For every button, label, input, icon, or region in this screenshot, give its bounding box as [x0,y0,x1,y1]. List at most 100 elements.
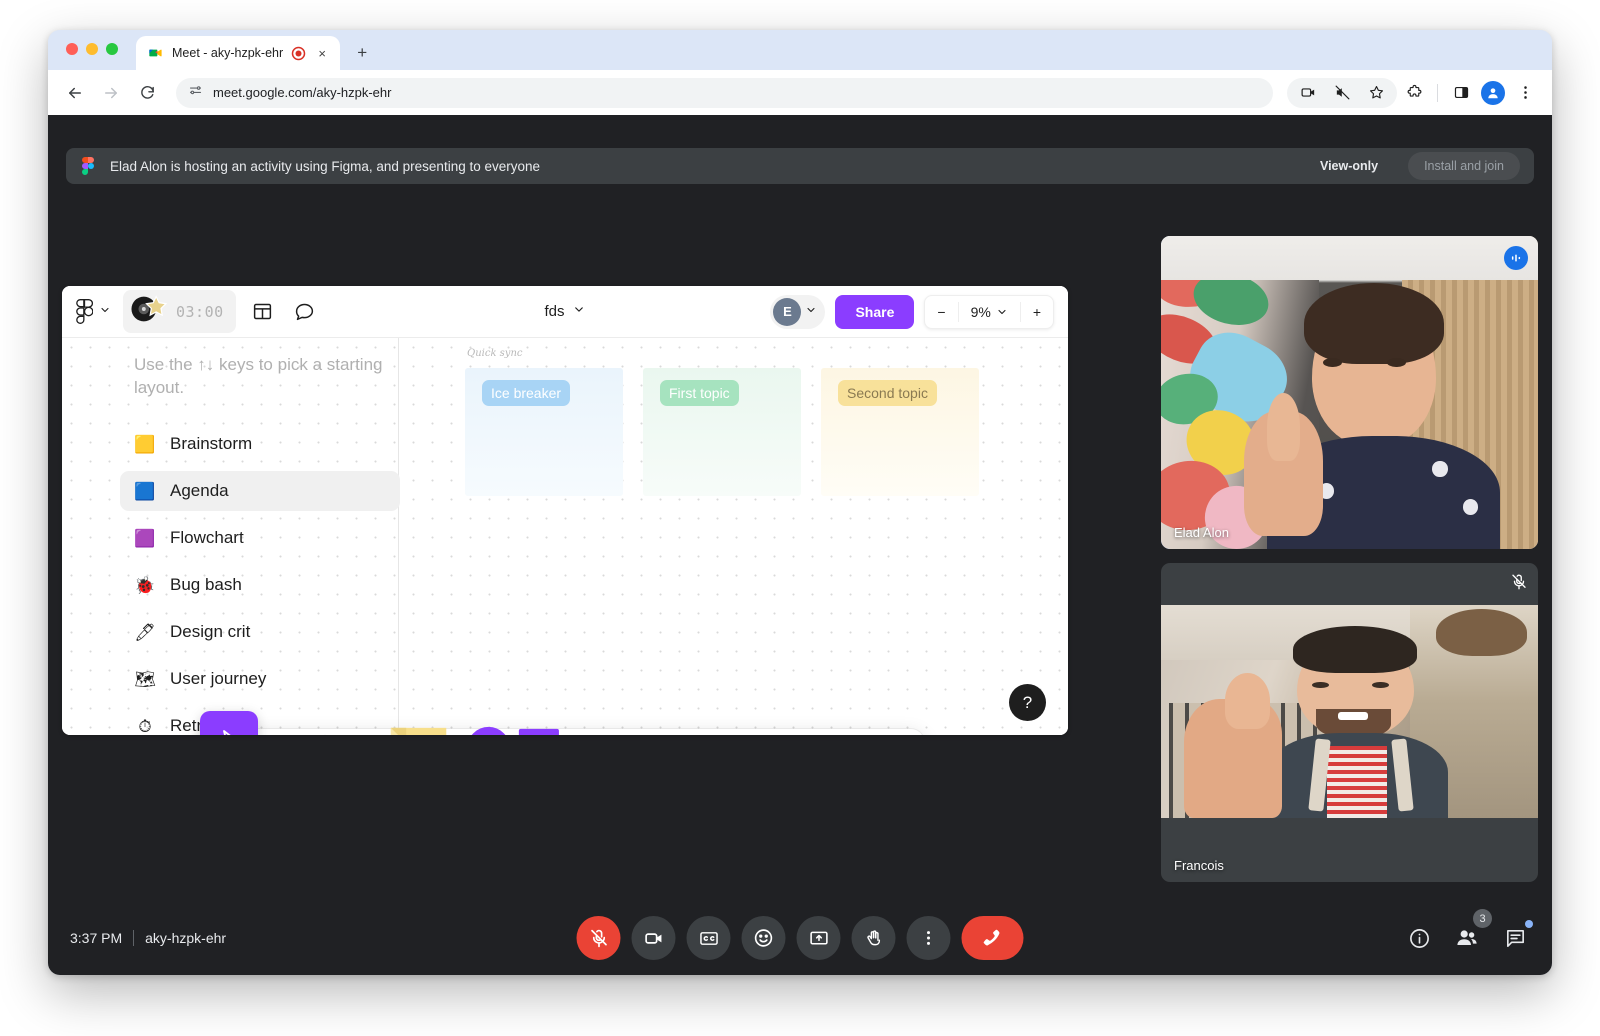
figma-timer-chip[interactable]: 03:00 [123,290,236,333]
browser-window: Meet - aky-hzpk-ehr × + meet.google.com/… [48,30,1552,975]
template-item-design-crit[interactable]: 🖊 Design crit [120,612,400,652]
template-item-user-journey[interactable]: 🗺 User journey [120,659,400,699]
back-button[interactable] [60,78,90,108]
figma-file-name-button[interactable]: fds [544,303,585,320]
view-only-label: View-only [1319,159,1379,173]
flowchart-icon: 🟪 [134,528,156,548]
agenda-card[interactable]: Second topic [821,368,979,496]
emoji-reactions-button[interactable] [741,916,786,960]
address-bar[interactable]: meet.google.com/aky-hzpk-ehr [176,77,1273,108]
toolbar-divider [1437,83,1438,102]
figma-user-chip[interactable]: E [770,294,826,329]
minimize-window-button[interactable] [86,43,98,55]
tool-group-select [200,711,278,735]
participant-tile-elad-alon[interactable]: Elad Alon [1161,236,1538,549]
participant-tiles: Elad Alon Francois [1161,236,1538,882]
template-item-bug-bash[interactable]: 🐞 Bug bash [120,565,400,605]
forward-button[interactable] [96,78,126,108]
chevron-down-icon [573,303,586,320]
agenda-card[interactable]: Ice breaker [465,368,623,496]
camera-icon[interactable] [1293,78,1323,108]
bookmark-star-icon[interactable] [1361,78,1391,108]
install-and-join-button[interactable]: Install and join [1408,152,1520,180]
figma-activity-embed: 03:00 fds E Share − 9% + Use the ↑↓ keys… [62,286,1068,735]
agenda-card-title: Second topic [838,380,937,406]
map-icon: 🗺 [134,669,156,689]
captions-button[interactable] [686,916,731,960]
sticky-notes-icon[interactable] [362,724,458,735]
people-button[interactable]: 3 [1452,909,1492,953]
three-dot-menu-icon[interactable] [1510,78,1540,108]
figma-share-button[interactable]: Share [835,294,915,329]
tool-group-stickers: 5:00 [760,729,924,735]
raise-hand-button[interactable] [851,916,896,960]
template-list: 🟨 Brainstorm 🟦 Agenda 🟪 Flowchart � [120,424,400,735]
avatar: E [773,297,802,326]
meet-bottom-bar: 3:37 PM aky-hzpk-ehr 3 [48,901,1552,975]
microphone-off-button[interactable] [576,916,621,960]
address-bar-url: meet.google.com/aky-hzpk-ehr [213,85,392,100]
new-tab-button[interactable]: + [348,39,376,67]
zoom-in-button[interactable]: + [1021,296,1053,328]
cursor-arrow-icon[interactable] [200,711,258,735]
shapes-icon[interactable] [458,723,568,735]
tab-title: Meet - aky-hzpk-ehr [172,46,284,60]
chevron-down-icon [99,303,111,321]
template-item-brainstorm[interactable]: 🟨 Brainstorm [120,424,400,464]
maximize-window-button[interactable] [106,43,118,55]
comment-bubble-icon[interactable] [290,297,320,327]
tool-group-text: ••• [578,729,760,735]
reload-button[interactable] [132,78,162,108]
activity-notice-text: Elad Alon is hosting an activity using F… [110,158,541,174]
figma-menu-button[interactable] [76,299,111,324]
site-settings-icon[interactable] [188,83,203,103]
template-item-flowchart[interactable]: 🟪 Flowchart [120,518,400,558]
agenda-card[interactable]: First topic [643,368,801,496]
screenshot-root: Meet - aky-hzpk-ehr × + meet.google.com/… [0,0,1600,1036]
figma-timer-value: 03:00 [176,302,224,321]
window-traffic-lights [66,43,118,55]
zoom-level-button[interactable]: 9% [959,296,1020,328]
people-count-badge: 3 [1473,909,1492,928]
camera-button[interactable] [631,916,676,960]
profile-avatar-icon[interactable] [1478,78,1508,108]
more-options-button[interactable] [906,916,951,960]
close-window-button[interactable] [66,43,78,55]
template-item-agenda[interactable]: 🟦 Agenda [120,471,400,511]
participant-tile-francois[interactable]: Francois [1161,563,1538,882]
present-screen-button[interactable] [796,916,841,960]
speaker-muted-icon[interactable] [1327,78,1357,108]
zoom-out-button[interactable]: − [925,296,957,328]
browser-tab[interactable]: Meet - aky-hzpk-ehr × [136,36,341,70]
layout-panel-icon[interactable] [248,297,278,327]
mic-off-icon [1510,573,1528,596]
meeting-details-button[interactable] [1404,923,1434,953]
recording-indicator-icon[interactable] [291,46,306,61]
agenda-card-title: Ice breaker [482,380,571,406]
participant-name: Francois [1174,858,1224,873]
marker-pen-icon[interactable] [288,730,362,735]
browser-toolbar-actions [1287,77,1540,108]
leave-call-button[interactable] [961,916,1024,960]
extensions-puzzle-icon[interactable] [1399,78,1429,108]
tool-group-draw [278,726,578,735]
meeting-code: aky-hzpk-ehr [145,930,227,946]
help-button[interactable]: ? [1009,684,1046,721]
clock-icon: ⏱ [138,716,152,735]
figma-zoom-controls: − 9% + [924,294,1054,329]
google-meet-favicon [148,45,164,61]
video-feed [1161,236,1538,549]
chat-button[interactable] [1500,920,1533,953]
agenda-icon: 🟦 [134,481,156,501]
activity-notice-bar: Elad Alon is hosting an activity using F… [66,148,1534,184]
close-tab-button[interactable]: × [314,45,330,61]
pen-nib-icon: 🖊 [134,622,156,642]
figma-canvas[interactable]: Use the ↑↓ keys to pick a starting layou… [62,338,1068,735]
side-panel-icon[interactable] [1446,78,1476,108]
divider [133,930,135,946]
zoom-level-value: 9% [970,303,991,320]
browser-toolbar: meet.google.com/aky-hzpk-ehr [48,70,1552,115]
template-label: User journey [170,669,267,688]
agenda-card-title: First topic [660,380,739,406]
music-star-badge-icon [128,294,172,329]
